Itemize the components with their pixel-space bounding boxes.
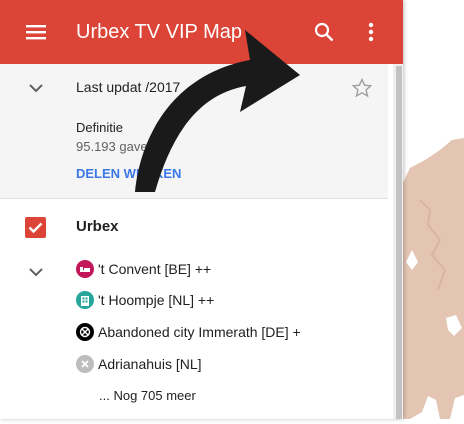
list-item[interactable]: Abandoned city Immerath [DE] + [76, 320, 301, 344]
collapse-info-chevron-icon[interactable] [28, 80, 44, 98]
star-icon[interactable] [351, 77, 373, 103]
list-item[interactable]: Adrianahuis [NL] [76, 352, 202, 376]
x-icon [76, 355, 94, 373]
list-item-label: 't Convent [BE] ++ [98, 261, 212, 277]
building-icon [76, 291, 94, 309]
description-label: Definitie [76, 120, 123, 135]
list-item[interactable]: 't Convent [BE] ++ [76, 257, 211, 281]
last-updated-text: Last updat /2017 [76, 79, 181, 95]
prohibited-icon [76, 323, 94, 341]
bed-icon [76, 260, 94, 278]
list-item-label: Adrianahuis [NL] [98, 356, 202, 372]
more-vert-icon[interactable] [351, 12, 391, 52]
expand-layer-chevron-icon[interactable] [28, 264, 44, 282]
scrollbar-thumb[interactable] [396, 66, 402, 419]
more-items-link[interactable]: ... Nog 705 meer [99, 388, 196, 403]
side-panel: Urbex TV VIP Map Last updat /2017 Defini… [0, 0, 403, 419]
layer-checkbox[interactable] [25, 217, 46, 243]
share-link[interactable]: DELEN WERKEN [76, 166, 181, 181]
app-header: Urbex TV VIP Map [0, 0, 403, 64]
app-title: Urbex TV VIP Map [76, 21, 242, 43]
list-item[interactable]: 't Hoompje [NL] ++ [76, 288, 214, 312]
list-item-label: 't Hoompje [NL] ++ [98, 292, 215, 308]
list-item-label: Abandoned city Immerath [DE] + [98, 324, 301, 340]
map-info-section: Last updat /2017 Definitie 95.193 gaven … [0, 64, 388, 199]
layer-title: Urbex [76, 218, 119, 235]
search-icon[interactable] [304, 12, 344, 52]
views-count: 95.193 gaven [76, 139, 155, 154]
menu-icon[interactable] [16, 12, 56, 52]
